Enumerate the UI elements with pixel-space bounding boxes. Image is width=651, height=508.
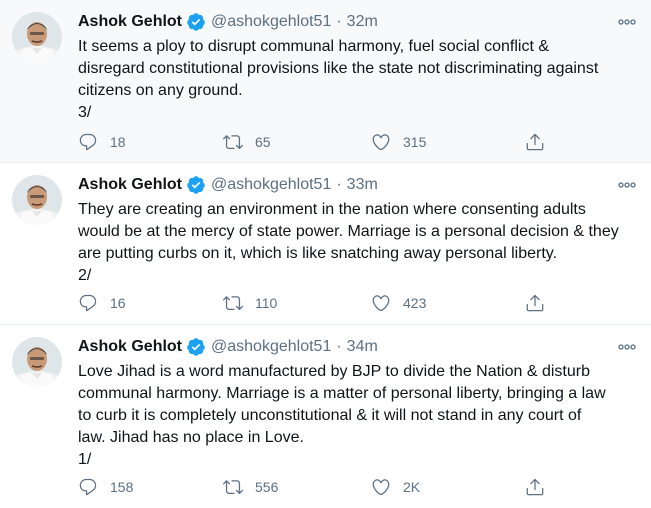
reply-count: 16 xyxy=(110,295,126,311)
avatar[interactable] xyxy=(12,175,62,225)
tweet-header: Ashok Gehlot @ashokgehlot51 · 32m xyxy=(78,10,378,34)
reply-count: 18 xyxy=(110,134,126,150)
author-handle[interactable]: @ashokgehlot51 xyxy=(211,13,331,31)
share-button[interactable] xyxy=(525,132,545,152)
verified-badge-icon xyxy=(186,12,206,32)
separator: · xyxy=(336,176,342,193)
share-icon xyxy=(526,133,544,151)
timestamp[interactable]: 33m xyxy=(347,176,378,194)
reply-count: 158 xyxy=(110,479,134,495)
reply-button[interactable]: 16 xyxy=(78,293,126,313)
tweet-actions: 16 110 423 xyxy=(78,291,548,315)
reply-button[interactable]: 18 xyxy=(78,132,126,152)
share-button[interactable] xyxy=(525,293,545,313)
separator: · xyxy=(336,13,342,30)
author-handle[interactable]: @ashokgehlot51 xyxy=(211,176,331,194)
like-icon xyxy=(372,295,390,312)
tweet-header: Ashok Gehlot @ashokgehlot51 · 34m xyxy=(78,335,378,359)
like-button[interactable]: 2K xyxy=(371,477,420,497)
tweet-text: They are creating an environment in the … xyxy=(78,201,619,284)
timestamp[interactable]: 32m xyxy=(347,13,378,31)
retweet-button[interactable]: 65 xyxy=(223,132,271,152)
author-handle[interactable]: @ashokgehlot51 xyxy=(211,338,331,356)
like-count: 315 xyxy=(403,134,427,150)
more-icon[interactable] xyxy=(617,177,637,193)
verified-badge-icon xyxy=(186,337,206,357)
tweet-actions: 158 556 2K xyxy=(78,475,548,499)
author-name[interactable]: Ashok Gehlot xyxy=(78,13,182,31)
reply-icon xyxy=(79,133,97,151)
retweet-icon xyxy=(223,296,243,311)
author-name[interactable]: Ashok Gehlot xyxy=(78,338,182,356)
tweet-text: It seems a ploy to disrupt communal harm… xyxy=(78,38,599,121)
tweet-actions: 18 65 315 xyxy=(78,130,548,154)
more-icon[interactable] xyxy=(617,14,637,30)
retweet-count: 556 xyxy=(255,479,279,495)
reply-icon xyxy=(79,294,97,312)
avatar[interactable] xyxy=(12,12,62,62)
separator: · xyxy=(336,338,342,355)
reply-icon xyxy=(79,478,97,496)
retweet-icon xyxy=(223,480,243,495)
tweet[interactable]: Ashok Gehlot @ashokgehlot51 · 32m It see… xyxy=(0,0,651,163)
like-icon xyxy=(372,479,390,496)
retweet-button[interactable]: 110 xyxy=(223,293,277,313)
like-count: 2K xyxy=(403,479,421,495)
avatar[interactable] xyxy=(12,337,62,387)
retweet-count: 65 xyxy=(255,134,271,150)
tweet-text: Love Jihad is a word manufactured by BJP… xyxy=(78,363,606,468)
tweet-header: Ashok Gehlot @ashokgehlot51 · 33m xyxy=(78,173,378,197)
tweet[interactable]: Ashok Gehlot @ashokgehlot51 · 33m They a… xyxy=(0,163,651,325)
author-name[interactable]: Ashok Gehlot xyxy=(78,176,182,194)
share-icon xyxy=(526,294,544,312)
like-button[interactable]: 315 xyxy=(371,132,426,152)
retweet-icon xyxy=(223,135,243,150)
share-icon xyxy=(526,478,544,496)
tweet[interactable]: Ashok Gehlot @ashokgehlot51 · 34m Love J… xyxy=(0,325,651,508)
reply-button[interactable]: 158 xyxy=(78,477,133,497)
retweet-button[interactable]: 556 xyxy=(223,477,278,497)
verified-badge-icon xyxy=(186,175,206,195)
like-icon xyxy=(372,134,390,151)
more-icon[interactable] xyxy=(617,339,637,355)
like-button[interactable]: 423 xyxy=(371,293,426,313)
like-count: 423 xyxy=(403,295,427,311)
timestamp[interactable]: 34m xyxy=(347,338,378,356)
tweet-feed: Ashok Gehlot @ashokgehlot51 · 32m It see… xyxy=(0,0,651,508)
share-button[interactable] xyxy=(525,477,545,497)
retweet-count: 110 xyxy=(255,295,278,311)
